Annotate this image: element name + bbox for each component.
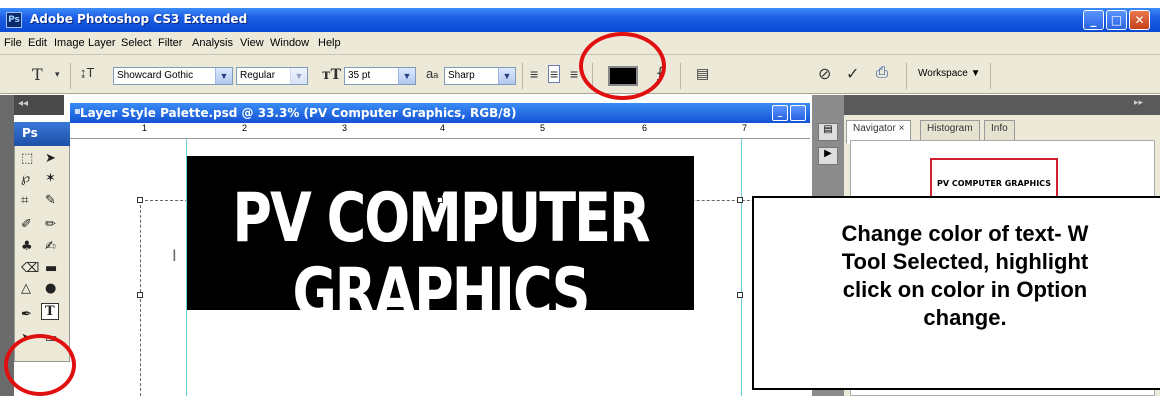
font-style-select[interactable]: Regular ▼ xyxy=(236,67,308,85)
ruler-number: 4 xyxy=(440,123,446,133)
menu-help[interactable]: Help xyxy=(318,37,341,49)
guide-line xyxy=(741,139,742,396)
menu-image[interactable]: Image xyxy=(54,37,85,49)
toolbox: ⬚ ➤ ℘ ✶ ⌗ ✎ ✐ ✏ ♣ ✍ ⌫ ▬ △ ● ✒ T ➤ ▭ xyxy=(14,122,70,362)
panel-header: ▸▸ xyxy=(844,95,1160,115)
text-cursor-icon: I xyxy=(172,246,177,265)
transform-handle[interactable] xyxy=(137,292,143,298)
antialias-select[interactable]: Sharp ▼ xyxy=(444,67,516,85)
menu-select[interactable]: Select xyxy=(121,37,152,49)
text-bounding-box-left xyxy=(140,200,141,396)
font-size-icon: ᴛT xyxy=(322,67,342,83)
document-maximize-button[interactable] xyxy=(790,105,806,121)
transform-handle[interactable] xyxy=(737,292,743,298)
blur-tool-icon[interactable]: △ xyxy=(21,281,31,296)
type-tool-preset-icon[interactable]: T xyxy=(32,65,43,84)
font-size-value: 35 pt xyxy=(348,70,371,81)
chevron-down-icon: ▼ xyxy=(215,68,232,84)
magic-wand-icon[interactable]: ✶ xyxy=(45,171,56,186)
panel-icon[interactable]: ▤ xyxy=(818,123,838,141)
align-right-icon[interactable]: ≡ xyxy=(570,66,578,82)
photoshop-logo: Ps xyxy=(14,122,70,146)
align-left-icon[interactable]: ≡ xyxy=(530,66,538,82)
transform-handle[interactable] xyxy=(437,197,443,203)
separator xyxy=(906,63,907,89)
document-minimize-button[interactable]: _ xyxy=(772,105,788,121)
menu-layer[interactable]: Layer xyxy=(88,37,116,49)
horizontal-ruler: 1 2 3 4 5 6 7 xyxy=(70,123,810,139)
annotation-text: Change color of text- W Tool Selected, h… xyxy=(841,221,1089,330)
type-tool-icon[interactable]: T xyxy=(41,303,59,320)
ruler-number: 5 xyxy=(540,123,546,133)
document-title: Layer Style Palette.psd @ 33.3% (PV Comp… xyxy=(80,106,517,120)
separator xyxy=(990,63,991,89)
cancel-icon[interactable]: ⊘ xyxy=(818,64,831,84)
gradient-tool-icon[interactable]: ▬ xyxy=(45,261,57,276)
expand-icon[interactable]: ▸▸ xyxy=(1134,98,1143,108)
clone-stamp-icon[interactable]: ♣ xyxy=(21,239,33,254)
font-family-select[interactable]: Showcard Gothic ▼ xyxy=(113,67,233,85)
menu-view[interactable]: View xyxy=(240,37,264,49)
canvas-text[interactable]: PV COMPUTER GRAPHICS xyxy=(187,180,694,331)
ruler-number: 3 xyxy=(342,123,348,133)
dodge-tool-icon[interactable]: ● xyxy=(45,281,56,296)
ruler-number: 7 xyxy=(742,123,748,133)
move-tool-icon[interactable]: ➤ xyxy=(45,151,56,166)
collapse-icon[interactable]: ◂◂ xyxy=(18,98,28,109)
play-action-icon[interactable]: ▶ xyxy=(818,147,838,165)
history-brush-icon[interactable]: ✍ xyxy=(45,239,56,254)
window-title: Adobe Photoshop CS3 Extended xyxy=(30,12,248,26)
separator xyxy=(680,63,681,89)
menu-edit[interactable]: Edit xyxy=(28,37,47,49)
character-palette-icon[interactable]: ▤ xyxy=(696,65,709,82)
minimize-button[interactable]: _ xyxy=(1083,10,1104,30)
slice-tool-icon[interactable]: ✎ xyxy=(45,193,56,208)
separator xyxy=(522,63,523,89)
chevron-down-icon[interactable]: ▾ xyxy=(55,69,60,80)
chevron-down-icon: ▼ xyxy=(398,68,415,84)
title-bar: Ps Adobe Photoshop CS3 Extended _ □ ✕ xyxy=(0,8,1160,32)
document-title-bar: ▪ Layer Style Palette.psd @ 33.3% (PV Co… xyxy=(70,103,810,123)
ruler-number: 2 xyxy=(242,123,248,133)
eraser-tool-icon[interactable]: ⌫ xyxy=(21,261,39,276)
commit-check-icon[interactable]: ✓ xyxy=(846,64,859,84)
antialias-icon: aa xyxy=(426,66,439,81)
workspace-menu[interactable]: Workspace ▼ xyxy=(918,68,981,79)
navigator-thumbnail-text: PV COMPUTER GRAPHICS xyxy=(937,179,1051,188)
font-size-select[interactable]: 35 pt ▼ xyxy=(344,67,416,85)
brush-tool-icon[interactable]: ✏ xyxy=(45,217,56,232)
transform-handle[interactable] xyxy=(137,197,143,203)
font-style-value: Regular xyxy=(240,70,276,81)
antialias-value: Sharp xyxy=(448,70,475,81)
go-to-bridge-icon[interactable]: ⎙ xyxy=(876,64,888,81)
close-button[interactable]: ✕ xyxy=(1129,10,1150,30)
separator xyxy=(70,63,71,89)
menu-window[interactable]: Window xyxy=(270,37,309,49)
ruler-number: 1 xyxy=(142,123,148,133)
ruler-number: 6 xyxy=(642,123,648,133)
healing-brush-icon[interactable]: ✐ xyxy=(21,217,32,232)
chevron-down-icon: ▼ xyxy=(498,68,515,84)
align-center-icon[interactable]: ≡ xyxy=(548,65,561,83)
toggle-orientation-icon[interactable]: ↨T xyxy=(80,65,94,80)
menu-bar: File Edit Image Layer Select Filter Anal… xyxy=(0,32,1160,54)
menu-analysis[interactable]: Analysis xyxy=(192,37,233,49)
transform-handle[interactable] xyxy=(737,197,743,203)
highlight-circle-type-tool xyxy=(4,334,76,396)
chevron-down-icon: ▼ xyxy=(290,68,307,84)
highlight-circle-color-swatch xyxy=(579,32,666,100)
toolbox-header: ◂◂ xyxy=(14,95,64,115)
font-family-value: Showcard Gothic xyxy=(117,70,194,81)
lasso-tool-icon[interactable]: ℘ xyxy=(21,171,30,186)
maximize-button[interactable]: □ xyxy=(1106,10,1127,30)
photoshop-app-icon: Ps xyxy=(6,12,22,28)
menu-file[interactable]: File xyxy=(4,37,22,49)
marquee-tool-icon[interactable]: ⬚ xyxy=(21,151,33,166)
crop-tool-icon[interactable]: ⌗ xyxy=(21,193,28,208)
pen-tool-icon[interactable]: ✒ xyxy=(21,307,32,322)
menu-filter[interactable]: Filter xyxy=(158,37,182,49)
